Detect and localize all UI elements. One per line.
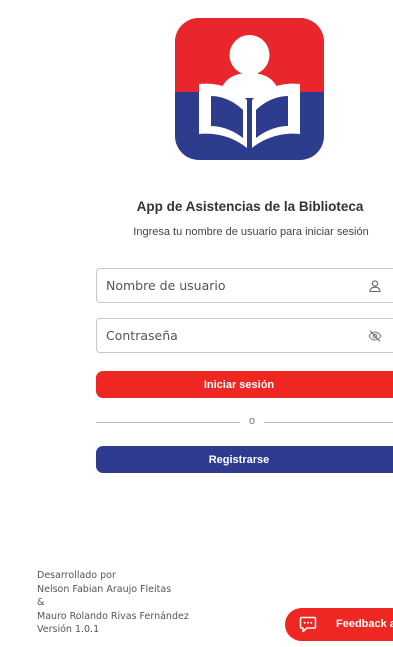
app-logo	[175, 18, 324, 160]
user-icon	[369, 280, 381, 293]
divider-label: o	[240, 414, 264, 429]
username-field[interactable]	[96, 268, 393, 303]
credits-author: Nelson Fabian Araujo Fleitas	[37, 583, 172, 595]
credits-line: &	[37, 597, 45, 608]
app-version: Versión 1.0.1	[37, 624, 100, 635]
feedback-label: Feedback a	[336, 618, 393, 630]
login-instructions: Ingresa tu nombre de usuario para inicia…	[133, 226, 369, 238]
login-page: App de Asistencias de la Biblioteca Ingr…	[0, 0, 393, 647]
username-input[interactable]	[106, 269, 366, 302]
library-reader-icon	[175, 18, 324, 160]
credits-line: Desarrollado por	[37, 570, 116, 581]
feedback-button[interactable]: Feedback a	[285, 608, 393, 641]
login-button[interactable]: Iniciar sesión	[96, 371, 393, 398]
credits-author: Mauro Rolando Rivas Fernández	[37, 610, 189, 622]
password-field[interactable]	[96, 318, 393, 353]
eye-off-icon[interactable]	[368, 329, 382, 343]
register-button[interactable]: Registrarse	[96, 446, 393, 473]
password-input[interactable]	[106, 319, 366, 352]
credits: Desarrollado por Nelson Fabian Araujo Fl…	[37, 569, 189, 637]
login-button-label: Iniciar sesión	[203, 378, 275, 391]
register-button-label: Registrarse	[208, 453, 270, 466]
app-title: App de Asistencias de la Biblioteca	[136, 199, 364, 214]
chat-bubble-icon	[299, 616, 317, 633]
